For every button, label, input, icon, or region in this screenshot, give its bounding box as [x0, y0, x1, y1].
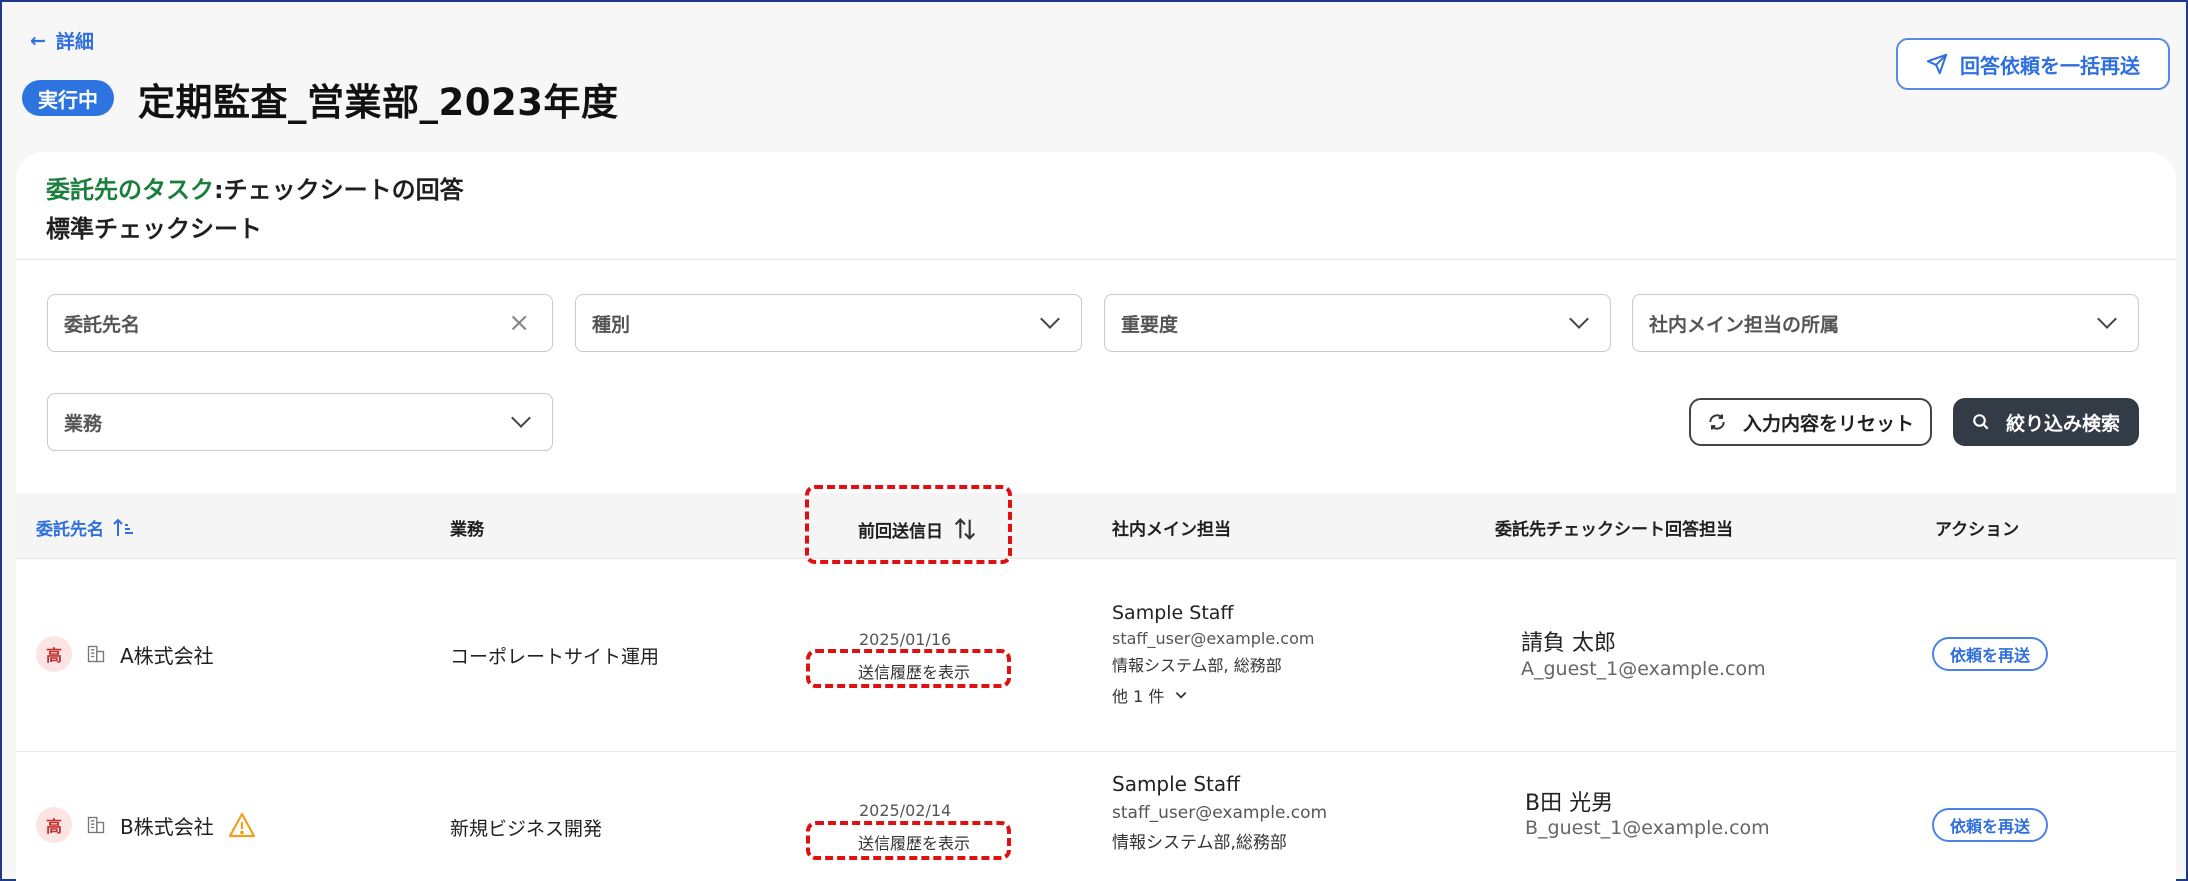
highlight-box	[806, 649, 1011, 688]
respondent-name: 請負 太郎	[1521, 631, 1616, 656]
sheet-name: 標準チェックシート	[46, 215, 262, 243]
table-header	[16, 493, 2176, 559]
company-cell[interactable]: B株式会社	[86, 811, 256, 840]
header-vendor-label: 委託先名	[36, 520, 104, 540]
staff-email: staff_user@example.com	[1112, 629, 1315, 648]
chevron-down-icon	[511, 408, 531, 428]
priority-badge: 高	[36, 807, 72, 843]
vendor-name-placeholder: 委託先名	[64, 313, 141, 336]
importance-select[interactable]: 重要度	[1104, 294, 1611, 352]
header-internal-main: 社内メイン担当	[1112, 520, 1231, 540]
row-divider	[16, 751, 2176, 752]
business-cell: 新規ビジネス開発	[450, 818, 603, 840]
resend-all-button[interactable]: 回答依頼を一括再送	[1896, 38, 2170, 90]
table-row: 高 A株式会社	[36, 636, 214, 672]
highlight-box	[805, 485, 1012, 564]
staff-name: Sample Staff	[1112, 602, 1234, 624]
respondent-email: B_guest_1@example.com	[1525, 817, 1770, 839]
resend-button[interactable]: 依頼を再送	[1932, 637, 2048, 671]
resend-button[interactable]: 依頼を再送	[1932, 808, 2048, 842]
clear-icon[interactable]: ×	[508, 308, 530, 338]
staff-email: staff_user@example.com	[1112, 803, 1328, 823]
status-badge: 実行中	[22, 80, 114, 116]
business-select[interactable]: 業務	[47, 393, 553, 451]
highlight-box	[806, 821, 1011, 860]
last-sent-date: 2025/01/16	[859, 630, 952, 649]
task-name: チェックシートの回答	[223, 176, 464, 204]
task-line: 委託先のタスク:チェックシートの回答	[46, 170, 464, 205]
search-button[interactable]: 絞り込み検索	[1953, 398, 2139, 446]
chevron-down-icon	[1040, 309, 1060, 329]
last-sent-date: 2025/02/14	[859, 801, 952, 820]
show-more-link[interactable]: 他 1 件	[1112, 683, 1188, 707]
refresh-icon	[1709, 414, 1725, 430]
staff-dept: 情報システム部, 総務部	[1112, 656, 1282, 675]
business-cell: コーポレートサイト運用	[450, 646, 660, 668]
business-select-label: 業務	[64, 412, 103, 435]
vendor-name-input[interactable]: 委託先名 ×	[47, 294, 553, 352]
company-name: B株式会社	[120, 814, 214, 839]
chevron-down-icon	[1176, 692, 1187, 699]
task-prefix: 委託先のタスク	[46, 176, 214, 204]
warning-icon	[228, 812, 255, 838]
importance-select-label: 重要度	[1121, 313, 1179, 336]
sort-ascending-icon	[113, 518, 133, 536]
resend-all-label: 回答依頼を一括再送	[1960, 53, 2140, 78]
priority-badge: 高	[36, 636, 72, 672]
header-action: アクション	[1935, 520, 2020, 540]
search-label: 絞り込み検索	[2005, 412, 2120, 435]
search-icon	[1973, 414, 1989, 430]
arrow-left-icon: ←	[30, 29, 46, 52]
chevron-down-icon	[2097, 309, 2117, 329]
respondent-name: B田 光男	[1525, 791, 1614, 816]
staff-name: Sample Staff	[1112, 772, 1240, 796]
building-icon	[87, 816, 105, 834]
header-vendor[interactable]: 委託先名	[36, 515, 136, 540]
reset-label: 入力内容をリセット	[1742, 412, 1914, 435]
building-icon	[87, 645, 105, 663]
back-link-label: 詳細	[55, 31, 94, 53]
internal-dept-select[interactable]: 社内メイン担当の所属	[1632, 294, 2139, 352]
table-row: 高 B株式会社	[36, 807, 256, 843]
task-separator: :	[214, 176, 224, 204]
header-business: 業務	[450, 520, 484, 540]
company-cell[interactable]: A株式会社	[86, 640, 214, 669]
reset-button[interactable]: 入力内容をリセット	[1689, 398, 1932, 446]
page-title: 定期監査_営業部_2023年度	[138, 81, 619, 124]
back-link[interactable]: ← 詳細	[30, 27, 94, 54]
divider	[16, 259, 2176, 260]
type-select-label: 種別	[592, 313, 631, 336]
company-name: A株式会社	[120, 643, 214, 668]
send-icon	[1926, 53, 1948, 75]
staff-dept: 情報システム部,総務部	[1112, 833, 1287, 853]
show-more-label: 他 1 件	[1112, 687, 1165, 706]
header-respondent: 委託先チェックシート回答担当	[1495, 520, 1733, 540]
internal-dept-select-label: 社内メイン担当の所属	[1649, 313, 1840, 336]
type-select[interactable]: 種別	[575, 294, 1082, 352]
chevron-down-icon	[1569, 309, 1589, 329]
respondent-email: A_guest_1@example.com	[1521, 658, 1766, 680]
